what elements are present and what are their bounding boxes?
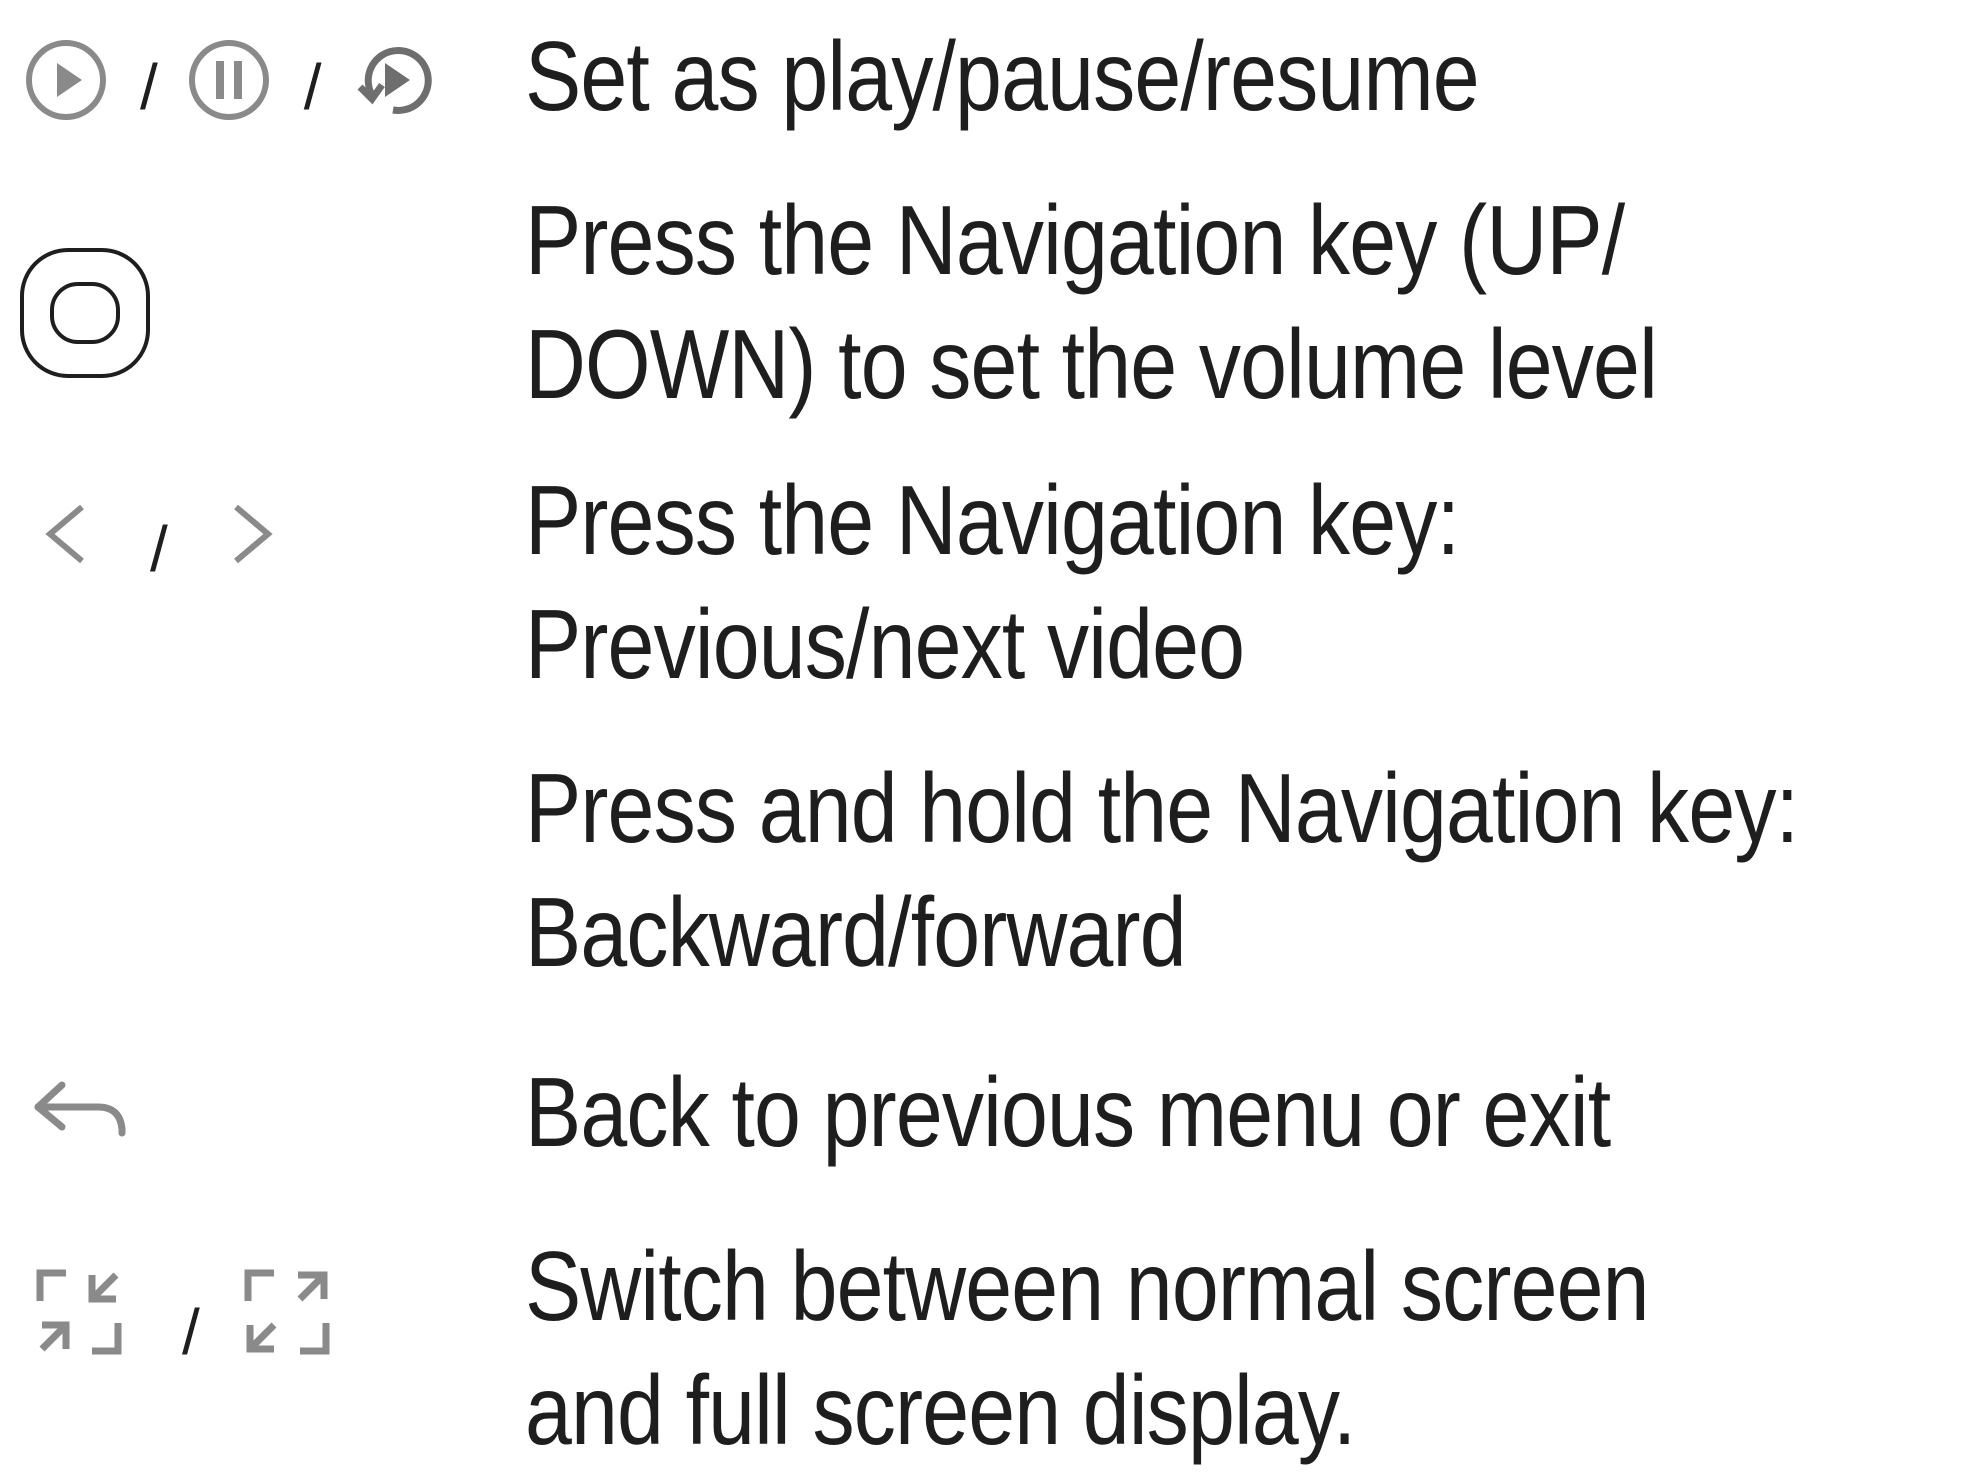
row-fullscreen-icons: / <box>0 1242 330 1382</box>
description-line: Back to previous menu or exit <box>525 1057 1611 1167</box>
row-play-pause-icons: / / <box>0 10 500 150</box>
row-fullscreen-text: Switch between normal screen and full sc… <box>525 1224 1756 1472</box>
row-play-pause-text: Set as play/pause/resume <box>525 14 1756 138</box>
navigation-key-icon <box>18 246 152 380</box>
row-volume-text: Press the Navigation key (UP/ DOWN) to s… <box>525 178 1756 426</box>
description-line: Press the Navigation key (UP/ <box>525 185 1625 295</box>
chevron-left-icon <box>40 499 90 569</box>
description-line: Press the Navigation key: <box>525 465 1460 575</box>
separator: / <box>140 51 158 123</box>
description-line: DOWN) to set the volume level <box>525 309 1658 419</box>
description-line: Backward/forward <box>525 877 1187 987</box>
row-back-text: Back to previous menu or exit <box>525 1050 1756 1174</box>
separator: / <box>303 51 322 123</box>
row-back-icons <box>0 1042 128 1182</box>
description-line: Set as play/pause/resume <box>525 21 1480 131</box>
row-volume-icons <box>0 242 152 384</box>
pause-circle-icon <box>184 35 274 125</box>
description-line: Press and hold the Navigation key: <box>525 753 1799 863</box>
separator: / <box>182 1296 200 1368</box>
remote-control-legend: / / Set as play/pause/resume Press the N… <box>0 0 1976 1465</box>
play-circle-icon <box>22 36 110 124</box>
description-line: Switch between normal screen <box>525 1231 1649 1341</box>
chevron-right-icon <box>228 499 278 569</box>
exit-fullscreen-icon <box>36 1269 122 1355</box>
back-arrow-icon <box>32 1077 128 1147</box>
description-line: Previous/next video <box>525 589 1245 699</box>
resume-circle-icon <box>348 35 438 125</box>
row-prev-next-text: Press the Navigation key: Previous/next … <box>525 458 1756 706</box>
enter-fullscreen-icon <box>244 1269 330 1355</box>
row-seek-text: Press and hold the Navigation key: Backw… <box>525 746 1799 994</box>
separator: / <box>150 513 168 585</box>
row-prev-next-icons: / <box>0 464 278 604</box>
description-line: and full screen display. <box>525 1355 1356 1465</box>
